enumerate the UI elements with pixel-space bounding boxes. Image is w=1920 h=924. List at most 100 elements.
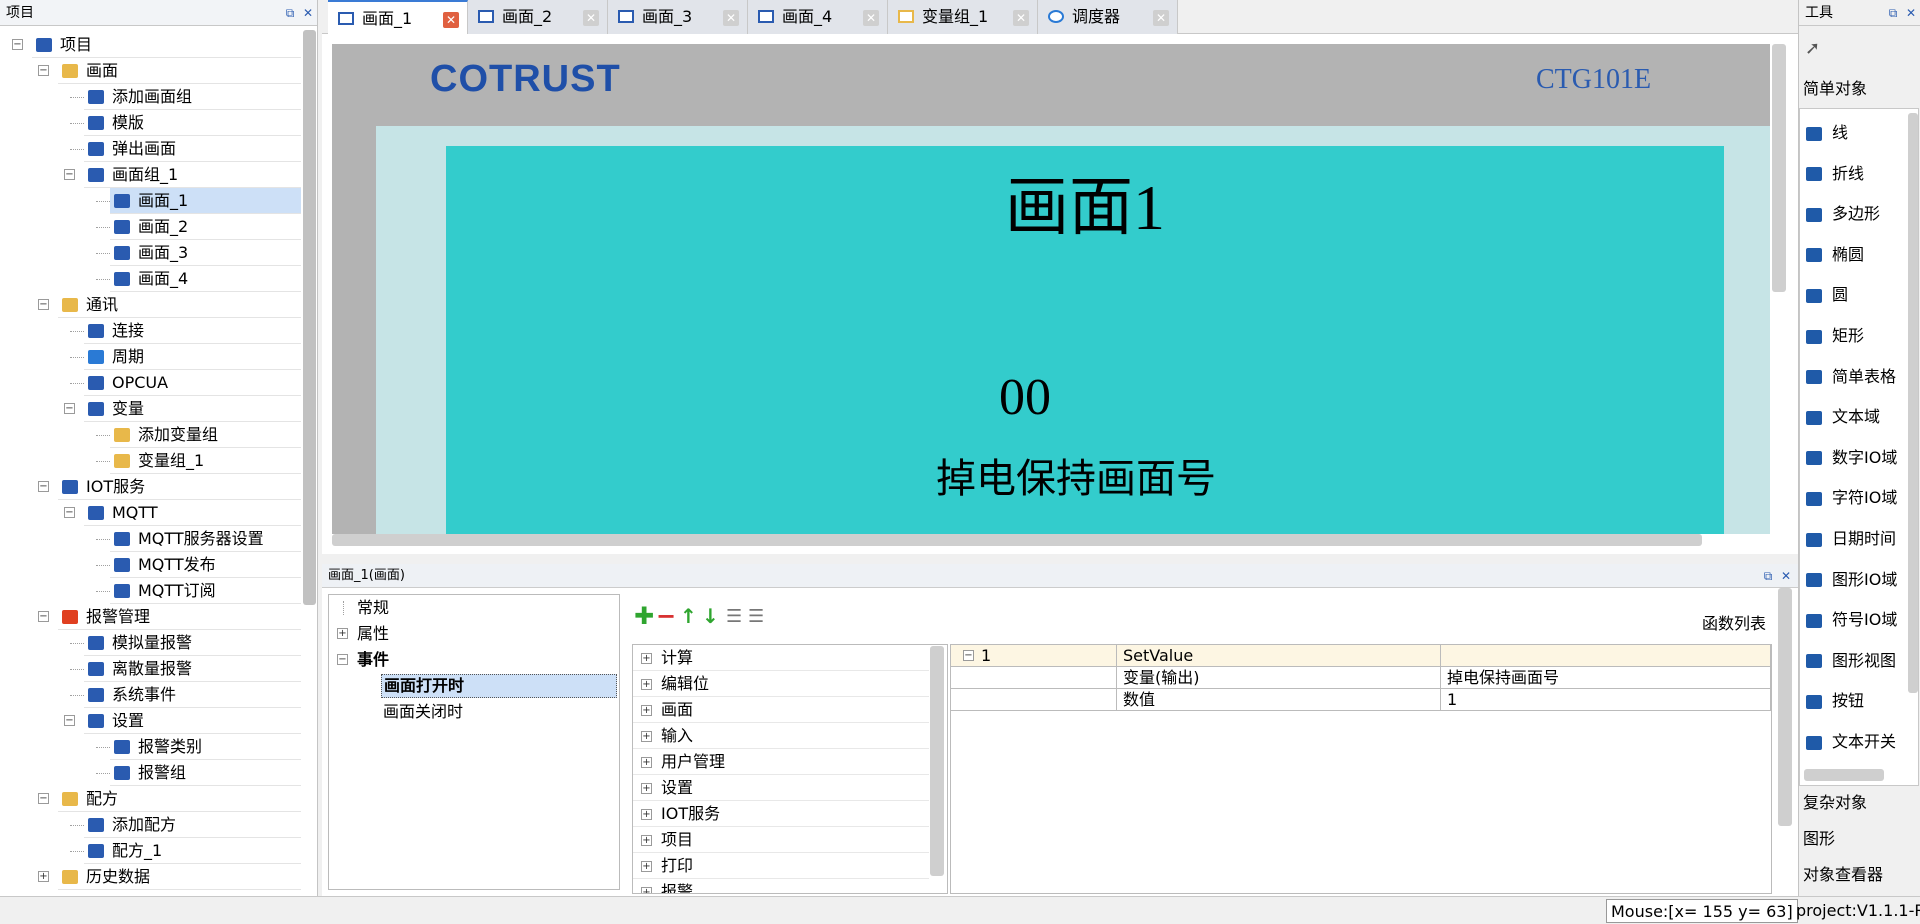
tree-scrollbar[interactable] [303,30,316,605]
tree-item[interactable]: 画面_3 [110,240,301,266]
expand-icon[interactable]: + [641,835,652,846]
object-viewer-header[interactable]: 对象查看器 [1799,858,1920,892]
expand-icon[interactable]: + [641,731,652,742]
move-down-icon[interactable]: ↓ [702,604,719,628]
tree-item[interactable]: OPCUA [84,370,301,396]
tree-item[interactable]: 配方_1 [84,838,301,864]
function-category[interactable]: + 项目 [633,827,929,853]
numeric-io-field[interactable]: 00 [965,368,1085,427]
function-category[interactable]: + IOT服务 [633,801,929,827]
close-tab-icon[interactable]: ✕ [1013,10,1029,26]
tool-graphic-io[interactable]: 图形IO域 [1806,560,1897,600]
event-screen-closed[interactable]: 画面关闭时 [383,699,463,725]
tab-1[interactable]: 画面_1 ✕ [328,0,468,34]
tree-item[interactable]: 连接 [84,318,301,344]
function-category[interactable]: + 设置 [633,775,929,801]
tool-line[interactable]: 线 [1806,113,1848,153]
tab-3[interactable]: 画面_3 ✕ [608,0,748,34]
function-category[interactable]: + 计算 [633,645,929,671]
tool-text-switch[interactable]: 文本开关 [1806,722,1896,762]
close-tab-icon[interactable]: ✕ [863,10,879,26]
graphics-header[interactable]: 图形 [1799,822,1920,856]
function-category[interactable]: + 打印 [633,853,929,879]
tree-item[interactable]: 报警组 [110,760,301,786]
tree-item[interactable]: 画面_4 [110,266,301,292]
tree-item[interactable]: 系统事件 [84,682,301,708]
expand-icon[interactable]: + [641,809,652,820]
tab-5[interactable]: 变量组_1 ✕ [888,0,1038,34]
float-panel-icon[interactable]: ⧉ [282,5,298,21]
close-tab-icon[interactable]: ✕ [723,10,739,26]
expand-icon[interactable]: + [641,705,652,716]
tree-item[interactable]: MQTT服务器设置 [110,526,301,552]
event-screen-opened[interactable]: 画面打开时 [381,674,617,698]
caption-text[interactable]: 掉电保持画面号 [846,446,1306,504]
tree-item[interactable]: MQTT发布 [110,552,301,578]
function-category[interactable]: + 用户管理 [633,749,929,775]
float-panel-icon[interactable]: ⧉ [1885,5,1901,21]
collapse-icon[interactable]: − [38,65,49,76]
tree-item[interactable]: 变量组_1 [110,448,301,474]
tree-item[interactable]: 添加配方 [84,812,301,838]
tree-item[interactable]: 离散量报警 [84,656,301,682]
tool-ellipse[interactable]: 椭圆 [1806,235,1864,275]
tree-item[interactable]: 模版 [84,110,301,136]
function-category[interactable]: + 画面 [633,697,929,723]
tree-item[interactable]: 通讯 [58,292,301,318]
tree-item[interactable]: 画面 [58,58,301,84]
tree-item[interactable]: 画面_1 [110,188,301,214]
function-category[interactable]: + 输入 [633,723,929,749]
screen-title-text[interactable]: 画面1 [765,156,1405,248]
tree-item[interactable]: MQTT [84,500,301,526]
screen-area[interactable]: 画面1 00 掉电保持画面号 [446,146,1724,534]
param-value-cell[interactable]: 掉电保持画面号 [1441,667,1771,689]
expand-icon[interactable]: + [641,757,652,768]
close-tab-icon[interactable]: ✕ [443,12,459,28]
tab-2[interactable]: 画面_2 ✕ [468,0,608,34]
tools-horizontal-scrollbar[interactable] [1804,769,1884,781]
expand-icon[interactable]: + [641,653,652,664]
collapse-icon[interactable]: − [38,793,49,804]
collapse-icon[interactable]: − [64,403,75,414]
expand-icon[interactable]: + [641,783,652,794]
tree-item[interactable]: MQTT订阅 [110,578,301,604]
tree-item[interactable]: 周期 [84,344,301,370]
expand-icon[interactable]: + [38,871,49,882]
collapse-icon[interactable]: − [337,654,348,665]
expand-icon[interactable]: + [641,679,652,690]
screen-editor-canvas[interactable]: COTRUST CTG101E 画面1 00 掉电保持画面号 [322,34,1798,554]
close-tab-icon[interactable]: ✕ [1153,10,1169,26]
collapse-icon[interactable]: − [38,299,49,310]
param-value-cell[interactable]: 1 [1441,689,1771,711]
tree-item[interactable]: 项目 [32,32,301,58]
tree-item[interactable]: 配方 [58,786,301,812]
tool-circle[interactable]: 圆 [1806,275,1848,315]
properties-scrollbar[interactable] [1778,588,1792,826]
tab-6[interactable]: 调度器 ✕ [1038,0,1178,34]
tree-item[interactable]: 设置 [84,708,301,734]
event-category-properties[interactable]: 属性 [357,621,389,647]
float-properties-icon[interactable]: ⧉ [1760,568,1776,584]
tree-item[interactable]: 画面组_1 [84,162,301,188]
canvas-horizontal-scrollbar[interactable] [332,534,1702,546]
collapse-icon[interactable]: − [64,715,75,726]
tree-item[interactable]: 变量 [84,396,301,422]
tool-button[interactable]: 按钮 [1806,681,1864,721]
outdent-icon[interactable]: ☰ [748,606,764,627]
expand-icon[interactable]: + [641,887,652,893]
indent-icon[interactable]: ☰ [726,606,742,627]
tool-text-field[interactable]: 文本域 [1806,397,1880,437]
close-panel-icon[interactable]: ✕ [300,5,316,21]
collapse-icon[interactable]: − [963,650,974,661]
pointer-icon[interactable]: ➚ [1805,38,1820,59]
function-empty-cell[interactable] [1441,645,1771,667]
tool-datetime[interactable]: 日期时间 [1806,519,1896,559]
tree-item[interactable]: 模拟量报警 [84,630,301,656]
collapse-icon[interactable]: − [38,481,49,492]
tool-symbol-io[interactable]: 符号IO域 [1806,600,1897,640]
event-category-events[interactable]: 事件 [357,647,389,673]
function-category[interactable]: + 编辑位 [633,671,929,697]
tree-item[interactable]: 画面_2 [110,214,301,240]
tree-item[interactable]: 历史数据 [58,864,301,890]
remove-function-icon[interactable]: − [656,604,676,628]
